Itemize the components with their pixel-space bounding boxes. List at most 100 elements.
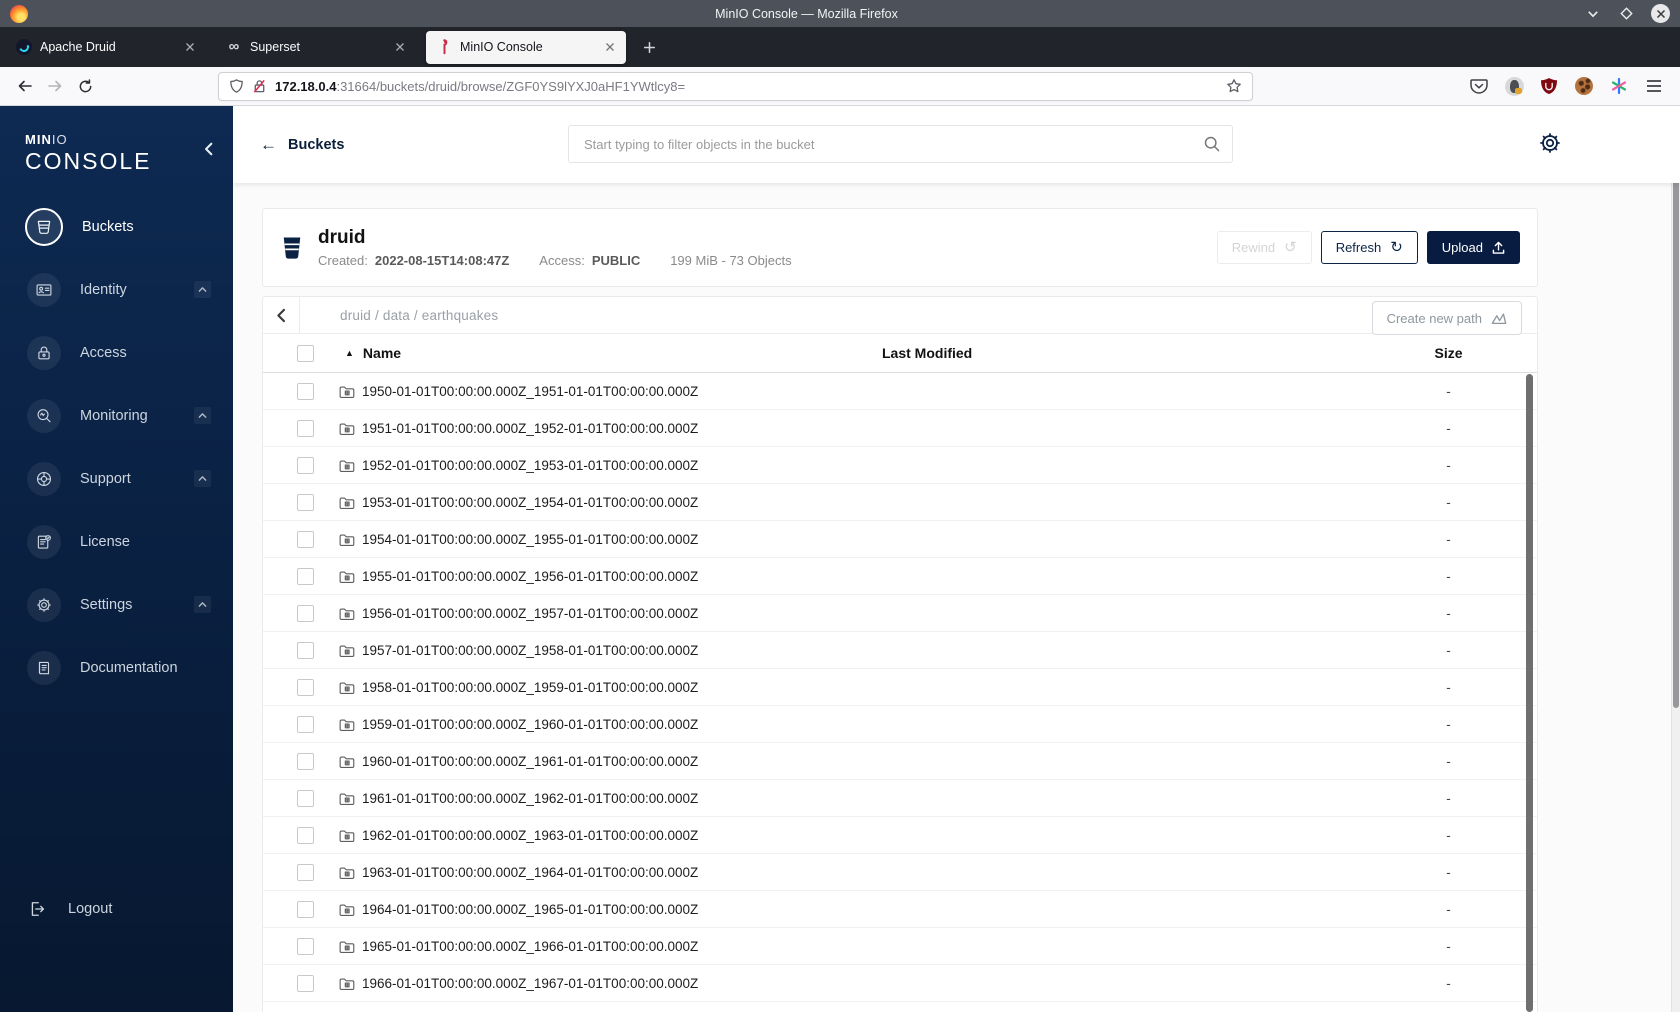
tab-close-icon[interactable] <box>392 39 408 55</box>
window-close-button[interactable] <box>1651 4 1670 23</box>
column-header-last-modified[interactable]: Last Modified <box>870 345 1310 361</box>
privacy-extension-icon[interactable] <box>1504 76 1524 96</box>
create-new-path-button[interactable]: Create new path <box>1371 301 1522 335</box>
tab-close-icon[interactable] <box>182 39 198 55</box>
rewind-button[interactable]: Rewind ↺ <box>1216 231 1312 264</box>
tab-superset[interactable]: ∞ Superset <box>216 31 416 64</box>
reload-button[interactable] <box>70 72 100 100</box>
sidebar-item-documentation[interactable]: Documentation <box>0 636 233 699</box>
created-label: Created: <box>318 253 368 268</box>
table-row[interactable]: 1960-01-01T00:00:00.000Z_1961-01-01T00:0… <box>263 743 1537 780</box>
settings-gear-icon[interactable] <box>1538 131 1562 155</box>
row-checkbox[interactable] <box>297 641 314 659</box>
ublock-origin-icon[interactable] <box>1539 76 1559 96</box>
tracking-shield-icon[interactable] <box>229 78 244 94</box>
window-minimize-button[interactable] <box>1585 6 1601 22</box>
table-row[interactable]: 1958-01-01T00:00:00.000Z_1959-01-01T00:0… <box>263 669 1537 706</box>
upload-button[interactable]: Upload <box>1426 231 1520 264</box>
chevron-up-icon[interactable] <box>194 596 211 613</box>
folder-icon <box>339 976 355 991</box>
row-checkbox[interactable] <box>297 863 314 881</box>
window-title: MinIO Console — Mozilla Firefox <box>715 6 898 21</box>
table-row[interactable]: 1966-01-01T00:00:00.000Z_1967-01-01T00:0… <box>263 965 1537 1002</box>
table-row[interactable]: 1950-01-01T00:00:00.000Z_1951-01-01T00:0… <box>263 373 1537 410</box>
window-maximize-button[interactable] <box>1618 6 1634 22</box>
folder-icon <box>339 643 355 658</box>
table-row[interactable]: 1959-01-01T00:00:00.000Z_1960-01-01T00:0… <box>263 706 1537 743</box>
table-row[interactable]: 1957-01-01T00:00:00.000Z_1958-01-01T00:0… <box>263 632 1537 669</box>
breadcrumb-back-button[interactable] <box>263 297 300 333</box>
hamburger-menu-icon[interactable] <box>1644 76 1664 96</box>
row-checkbox[interactable] <box>297 530 314 548</box>
url-bar[interactable]: 172.18.0.4:31664/buckets/druid/browse/ZG… <box>218 71 1253 101</box>
row-checkbox[interactable] <box>297 604 314 622</box>
sidebar-item-settings[interactable]: Settings <box>0 573 233 636</box>
table-row[interactable]: 1964-01-01T00:00:00.000Z_1965-01-01T00:0… <box>263 891 1537 928</box>
row-checkbox[interactable] <box>297 826 314 844</box>
tab-apache-druid[interactable]: Apache Druid <box>6 31 206 64</box>
row-checkbox[interactable] <box>297 974 314 992</box>
sidebar-item-buckets[interactable]: Buckets <box>0 195 233 258</box>
table-row[interactable]: 1953-01-01T00:00:00.000Z_1954-01-01T00:0… <box>263 484 1537 521</box>
row-checkbox[interactable] <box>297 419 314 437</box>
row-checkbox[interactable] <box>297 493 314 511</box>
object-name: 1951-01-01T00:00:00.000Z_1952-01-01T00:0… <box>362 420 699 436</box>
sidebar-item-monitoring[interactable]: Monitoring <box>0 384 233 447</box>
table-scrollbar-thumb[interactable] <box>1526 374 1533 1012</box>
row-checkbox[interactable] <box>297 456 314 474</box>
tab-close-icon[interactable] <box>602 39 618 55</box>
select-all-checkbox[interactable] <box>297 344 314 362</box>
breadcrumb[interactable]: druid / data / earthquakes <box>300 297 498 333</box>
insecure-lock-icon[interactable] <box>252 78 267 94</box>
new-tab-button[interactable] <box>636 34 662 60</box>
row-checkbox[interactable] <box>297 678 314 696</box>
row-checkbox[interactable] <box>297 382 314 400</box>
cookie-extension-icon[interactable] <box>1574 76 1594 96</box>
table-row[interactable]: 1955-01-01T00:00:00.000Z_1956-01-01T00:0… <box>263 558 1537 595</box>
colorful-asterisk-extension-icon[interactable] <box>1609 76 1629 96</box>
column-header-size[interactable]: Size <box>1310 345 1537 361</box>
chevron-up-icon[interactable] <box>194 281 211 298</box>
page-scrollbar[interactable] <box>1671 106 1680 1012</box>
table-row[interactable]: 1961-01-01T00:00:00.000Z_1962-01-01T00:0… <box>263 780 1537 817</box>
bookmark-star-icon[interactable] <box>1226 78 1242 94</box>
table-row[interactable]: 1963-01-01T00:00:00.000Z_1964-01-01T00:0… <box>263 854 1537 891</box>
row-checkbox[interactable] <box>297 937 314 955</box>
bucket-meta: Created: 2022-08-15T14:08:47Z Access: PU… <box>318 253 792 268</box>
refresh-button[interactable]: Refresh ↻ <box>1320 231 1418 264</box>
table-row[interactable]: 1962-01-01T00:00:00.000Z_1963-01-01T00:0… <box>263 817 1537 854</box>
row-checkbox[interactable] <box>297 752 314 770</box>
folder-icon <box>339 458 355 473</box>
table-row[interactable]: 1965-01-01T00:00:00.000Z_1966-01-01T00:0… <box>263 928 1537 965</box>
filter-objects-input[interactable] <box>568 125 1233 163</box>
forward-button[interactable] <box>40 72 70 100</box>
upload-icon <box>1492 241 1505 255</box>
sidebar-item-logout[interactable]: Logout <box>0 886 233 932</box>
row-checkbox[interactable] <box>297 900 314 918</box>
page-scrollbar-thumb[interactable] <box>1673 108 1679 708</box>
back-button[interactable] <box>10 72 40 100</box>
folder-icon <box>339 606 355 621</box>
tab-minio-console[interactable]: MinIO Console <box>426 30 626 64</box>
back-to-buckets-link[interactable]: ← Buckets <box>260 135 344 155</box>
table-row[interactable]: 1956-01-01T00:00:00.000Z_1957-01-01T00:0… <box>263 595 1537 632</box>
table-row[interactable]: 1952-01-01T00:00:00.000Z_1953-01-01T00:0… <box>263 447 1537 484</box>
column-header-name[interactable]: ▲ Name <box>325 345 870 361</box>
row-checkbox[interactable] <box>297 715 314 733</box>
chevron-up-icon[interactable] <box>194 407 211 424</box>
tab-label: Apache Druid <box>40 40 116 54</box>
sidebar-item-identity[interactable]: Identity <box>0 258 233 321</box>
console-logo-text: CONSOLE <box>25 148 152 174</box>
sidebar-item-support[interactable]: Support <box>0 447 233 510</box>
row-checkbox[interactable] <box>297 567 314 585</box>
pocket-icon[interactable] <box>1469 76 1489 96</box>
table-row[interactable]: 1951-01-01T00:00:00.000Z_1952-01-01T00:0… <box>263 410 1537 447</box>
table-row[interactable]: 1954-01-01T00:00:00.000Z_1955-01-01T00:0… <box>263 521 1537 558</box>
sidebar-collapse-icon[interactable] <box>203 142 215 156</box>
chevron-up-icon[interactable] <box>194 470 211 487</box>
sidebar-item-access[interactable]: Access <box>0 321 233 384</box>
object-size: - <box>1446 494 1451 510</box>
row-checkbox[interactable] <box>297 789 314 807</box>
sidebar-item-license[interactable]: License <box>0 510 233 573</box>
minio-favicon <box>436 39 452 55</box>
